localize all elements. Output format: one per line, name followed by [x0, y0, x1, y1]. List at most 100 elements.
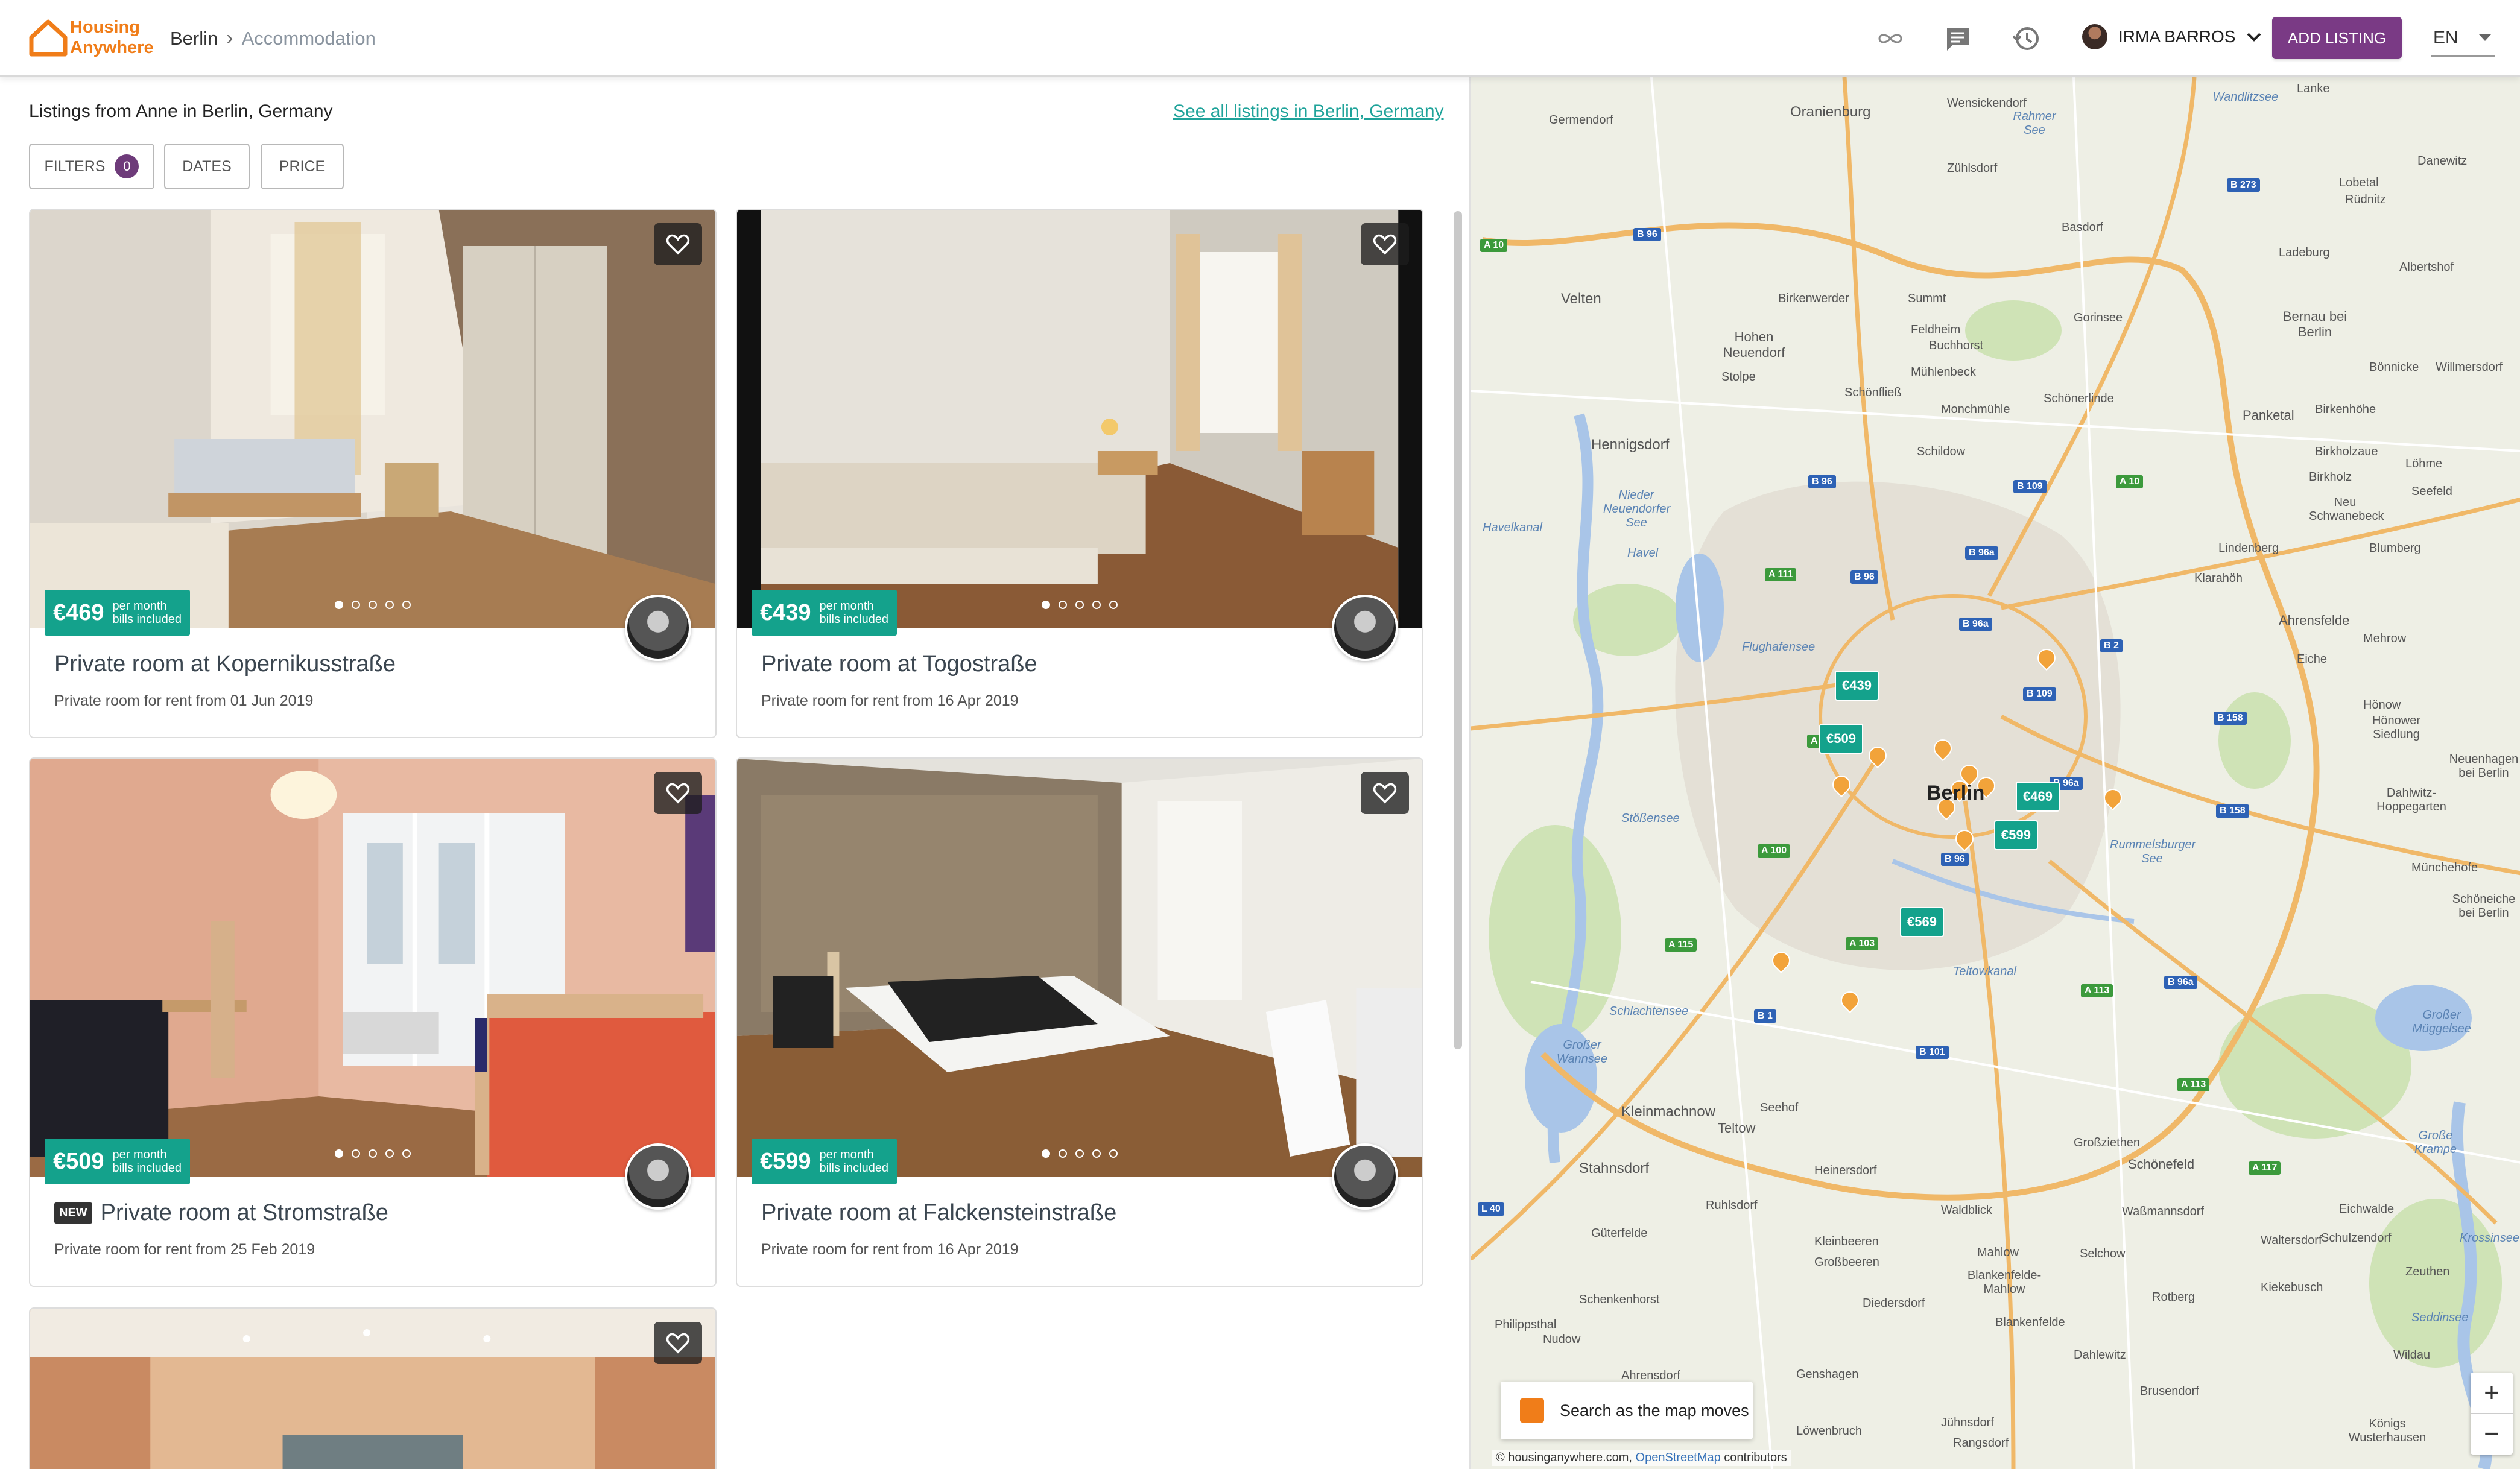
map-label: Lanke — [2297, 82, 2330, 95]
favorite-heart-button[interactable] — [654, 772, 702, 814]
heart-icon — [1373, 783, 1397, 804]
listing-card[interactable]: €599 per month bills included Private roo… — [736, 757, 1423, 1287]
language-value: EN — [2433, 27, 2458, 48]
user-menu[interactable]: IRMA BARROS — [2082, 24, 2262, 49]
checkbox-checked[interactable] — [1501, 1383, 1544, 1423]
water-label: Teltowkanal — [1953, 965, 2016, 978]
map-label: Oranienburg — [1790, 104, 1871, 120]
breadcrumb-accommodation[interactable]: Accommodation — [242, 28, 376, 49]
water-label: Seddinsee — [2411, 1311, 2469, 1324]
compare-infinity-icon[interactable] — [1875, 23, 1906, 54]
messages-icon[interactable] — [1942, 23, 1974, 54]
avatar — [2082, 24, 2107, 49]
user-name: IRMA BARROS — [2118, 27, 2236, 46]
road-label: B 158 — [2216, 804, 2249, 818]
water-label: Krossinsee — [2460, 1231, 2519, 1245]
road-label: A 113 — [2081, 984, 2113, 997]
listing-photo[interactable] — [30, 210, 715, 628]
see-all-listings-link[interactable]: See all listings in Berlin, Germany — [1173, 101, 1444, 122]
listing-photo[interactable] — [30, 759, 715, 1177]
listing-card-subtitle: Private room for rent from 25 Feb 2019 — [54, 1241, 315, 1258]
map-label: Güterfelde — [1591, 1227, 1648, 1240]
host-avatar[interactable] — [1332, 1143, 1398, 1210]
listing-card[interactable]: €439 per month bills included Private roo… — [736, 209, 1423, 738]
house-logo-icon[interactable] — [27, 16, 70, 59]
road-label: B 96 — [1850, 570, 1878, 584]
add-listing-button[interactable]: ADD LISTING — [2272, 17, 2402, 59]
map-price-marker[interactable]: €469 — [2016, 782, 2060, 812]
host-avatar[interactable] — [625, 595, 691, 661]
listing-card-subtitle: Private room for rent from 01 Jun 2019 — [54, 692, 314, 709]
listing-photo[interactable] — [30, 1309, 715, 1469]
listing-card[interactable]: €469 per month bills included Private roo… — [29, 209, 717, 738]
listing-card-title[interactable]: Private room at Kopernikusstraße — [54, 651, 396, 677]
map-price-marker[interactable]: €439 — [1835, 671, 1879, 701]
breadcrumb-city[interactable]: Berlin — [170, 28, 218, 49]
filters-button[interactable]: FILTERS 0 — [29, 144, 154, 189]
host-avatar[interactable] — [1332, 595, 1398, 661]
road-label: B 96 — [1808, 475, 1836, 488]
listing-card-subtitle: Private room for rent from 16 Apr 2019 — [761, 1241, 1019, 1258]
water-label: Rahmer See — [2013, 110, 2056, 137]
map-label: Seehof — [1760, 1101, 1799, 1114]
map-price-marker[interactable]: €509 — [1819, 724, 1863, 754]
price-badge: €509 per month bills included — [45, 1139, 191, 1184]
history-clock-icon[interactable] — [2011, 23, 2042, 54]
favorite-heart-button[interactable] — [654, 223, 702, 265]
favorite-heart-button[interactable] — [1361, 772, 1409, 814]
photo-carousel-dots[interactable] — [335, 1149, 411, 1158]
photo-carousel-dots[interactable] — [335, 601, 411, 609]
map-label: Danewitz — [2417, 154, 2468, 168]
new-badge: NEW — [54, 1202, 92, 1224]
listing-photo[interactable] — [737, 759, 1422, 1177]
listing-card[interactable]: €509 per month bills included NEW Private… — [29, 757, 717, 1287]
map-label: Wildau — [2393, 1348, 2431, 1362]
map-label: Germendorf — [1549, 113, 1613, 127]
photo-carousel-dots[interactable] — [1042, 601, 1118, 609]
zoom-in-button[interactable]: + — [2471, 1373, 2513, 1414]
map-label: Stolpe — [1721, 370, 1756, 384]
water-label: Großer Müggelsee — [2412, 1008, 2471, 1035]
road-label: B 96a — [2164, 976, 2197, 989]
map-label: Großziethen — [2074, 1136, 2141, 1149]
map-label: Zühlsdorf — [1947, 162, 1998, 175]
map-price-marker[interactable]: €569 — [1900, 907, 1944, 937]
map-panel[interactable]: Oranienburg Germendorf Wensickendorf Züh… — [1469, 77, 2520, 1469]
language-select[interactable]: EN — [2431, 21, 2495, 57]
dates-button[interactable]: DATES — [164, 144, 250, 189]
map-label: Hönower Siedlung — [2372, 714, 2421, 741]
host-avatar[interactable] — [625, 1143, 691, 1210]
road-label: A 100 — [1758, 844, 1791, 858]
water-label: Rummelsburger See — [2110, 838, 2196, 865]
openstreetmap-link[interactable]: OpenStreetMap — [1636, 1451, 1721, 1464]
listing-photo[interactable] — [737, 210, 1422, 628]
favorite-heart-button[interactable] — [654, 1322, 702, 1364]
listing-card-title[interactable]: NEW Private room at Stromstraße — [54, 1200, 388, 1226]
map-label: Albertshof — [2399, 261, 2454, 274]
list-scrollbar[interactable] — [1454, 211, 1462, 1049]
favorite-heart-button[interactable] — [1361, 223, 1409, 265]
map-label: Summt — [1908, 292, 1946, 305]
map-label: Schenkenhorst — [1579, 1293, 1660, 1306]
logo-wordmark[interactable]: Housing Anywhere — [70, 17, 166, 58]
map-label: Mühlenbeck — [1911, 365, 1976, 379]
map-label: Birkholzaue — [2315, 445, 2378, 458]
road-label: A 10 — [1480, 239, 1508, 252]
listing-card[interactable] — [29, 1307, 717, 1469]
listing-card-title[interactable]: Private room at Falckensteinstraße — [761, 1200, 1116, 1226]
map-label: Wensickendorf — [1947, 96, 2027, 110]
search-as-map-moves-toggle[interactable]: Search as the map moves — [1501, 1382, 1753, 1439]
zoom-out-button[interactable]: − — [2471, 1414, 2513, 1455]
road-label: B 101 — [1916, 1046, 1949, 1059]
map-label: Schönfließ — [1844, 386, 1902, 399]
map-label: Selchow — [2080, 1247, 2126, 1260]
listing-card-title[interactable]: Private room at Togostraße — [761, 651, 1037, 677]
price-amount: €439 — [760, 599, 811, 625]
map-label: Birkenwerder — [1778, 292, 1849, 305]
road-label: B 109 — [2013, 480, 2047, 493]
map-label: Waltersdorf — [2261, 1234, 2322, 1247]
caret-down-icon — [2479, 34, 2491, 41]
price-button[interactable]: PRICE — [261, 144, 344, 189]
photo-carousel-dots[interactable] — [1042, 1149, 1118, 1158]
map-price-marker[interactable]: €599 — [1994, 820, 2038, 850]
